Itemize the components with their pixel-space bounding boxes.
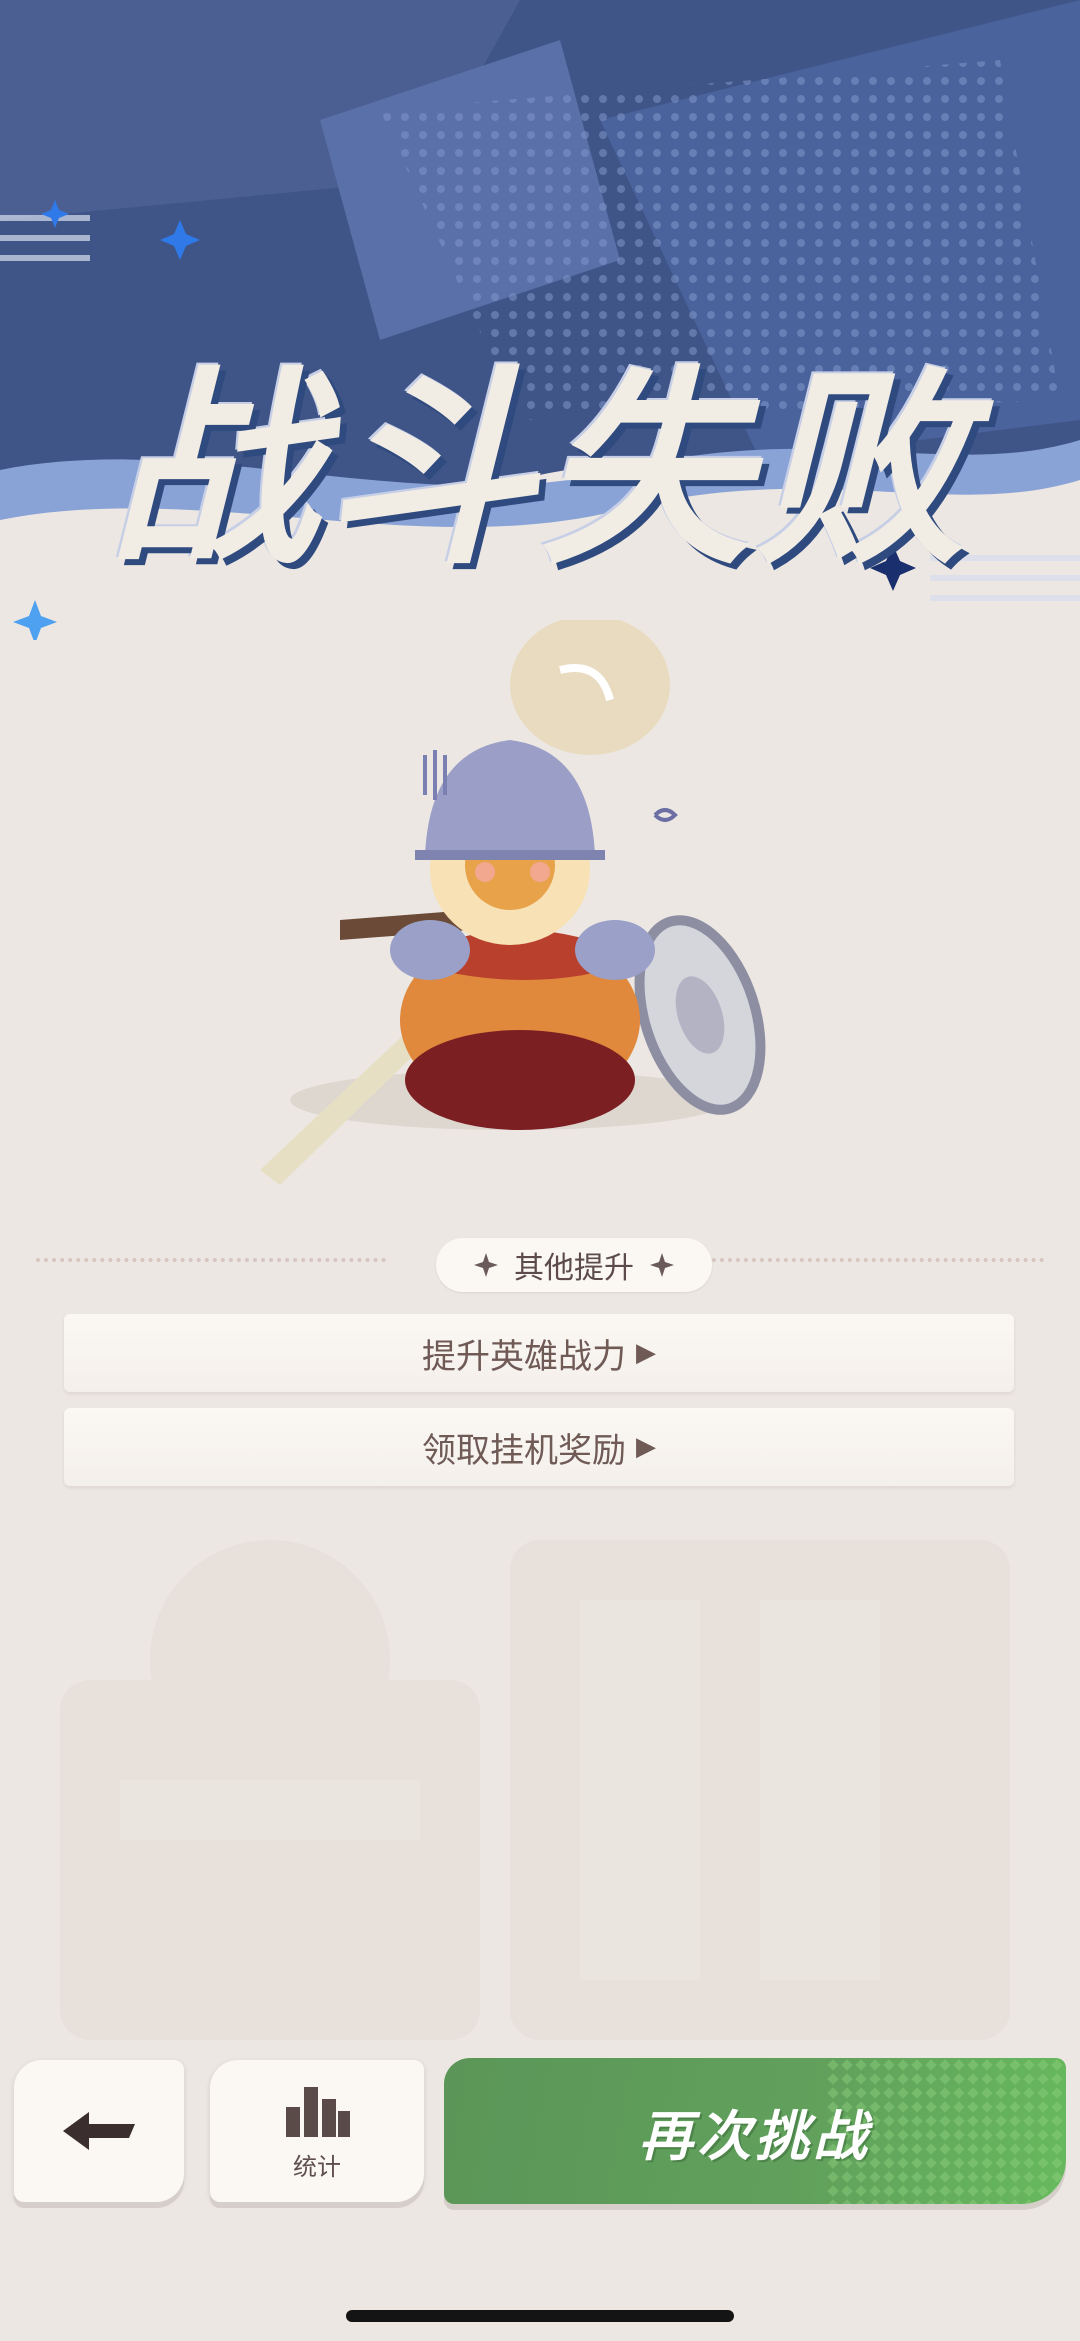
claim-idle-rewards-button[interactable]: 领取挂机奖励 ▶ xyxy=(64,1408,1014,1486)
bar-chart-icon xyxy=(286,2086,350,2137)
retry-label: 再次挑战 xyxy=(639,2103,871,2168)
arrow-left-icon xyxy=(63,2112,135,2150)
option-label: 领取挂机奖励 xyxy=(422,1430,626,1471)
sparkle-right-icon xyxy=(650,1253,674,1277)
background-watermark-illustration xyxy=(60,1540,1010,2040)
page-title: 战斗失败 xyxy=(107,346,972,593)
defeated-hero-illustration xyxy=(260,620,766,1185)
home-indicator[interactable] xyxy=(346,2310,734,2322)
statistics-button[interactable]: 统计 xyxy=(210,2060,424,2202)
chevron-right-icon: ▶ xyxy=(636,1338,656,1368)
improve-hero-power-button[interactable]: 提升英雄战力 ▶ xyxy=(64,1314,1014,1392)
statistics-label: 统计 xyxy=(293,2152,341,2181)
section-divider: 其他提升 xyxy=(36,1238,1044,1292)
sparkle-left-icon xyxy=(474,1253,498,1277)
section-label-pill: 其他提升 xyxy=(436,1238,712,1292)
section-title: 其他提升 xyxy=(514,1251,634,1286)
retry-challenge-button[interactable]: 再次挑战 xyxy=(444,2058,1066,2204)
chevron-right-icon: ▶ xyxy=(636,1432,656,1462)
back-button[interactable] xyxy=(14,2060,184,2202)
option-label: 提升英雄战力 xyxy=(422,1336,626,1377)
